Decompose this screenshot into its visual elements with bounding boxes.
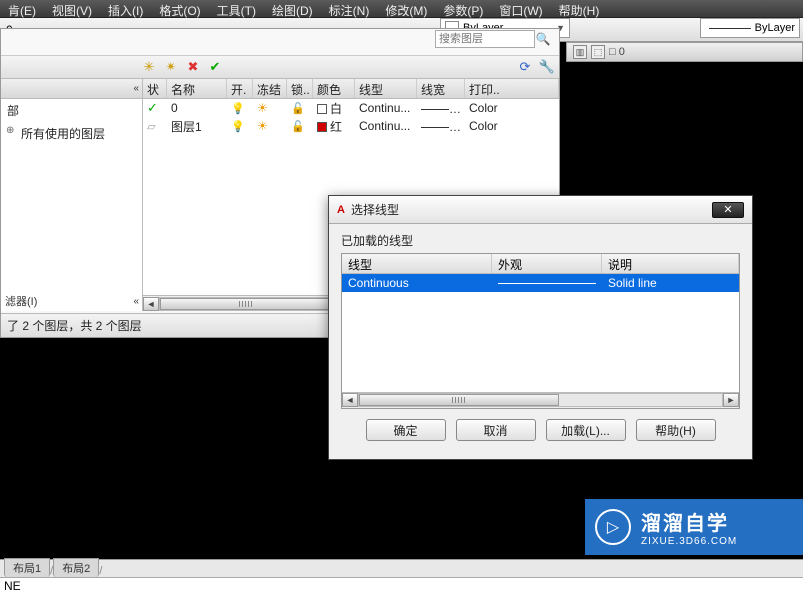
col-plot[interactable]: 打印.. bbox=[465, 79, 559, 98]
filter-tree: « 部 所有使用的图层 滤器(I) « bbox=[1, 79, 143, 311]
new-layer-vpfreeze-icon[interactable]: ✴ bbox=[163, 59, 179, 75]
col-lineweight[interactable]: 线宽 bbox=[417, 79, 465, 98]
col-color[interactable]: 颜色 bbox=[313, 79, 355, 98]
color-name: 白 bbox=[330, 102, 342, 116]
linetype-preview-icon bbox=[498, 283, 596, 284]
secondary-toolbar: ▥ ⬚ □ 0 bbox=[566, 42, 803, 62]
tool-icon[interactable]: ▥ bbox=[573, 45, 587, 59]
search-icon[interactable]: 🔍 bbox=[535, 31, 551, 47]
select-linetype-dialog: A 选择线型 ✕ 已加载的线型 线型 外观 说明 Continuous Soli… bbox=[328, 195, 753, 460]
close-button[interactable]: ✕ bbox=[712, 202, 744, 218]
col-description[interactable]: 说明 bbox=[602, 254, 739, 273]
scroll-left-icon[interactable]: ◄ bbox=[342, 393, 358, 407]
linetype-row-selected[interactable]: Continuous Solid line bbox=[342, 274, 739, 292]
collapse-icon[interactable]: « bbox=[133, 83, 138, 94]
lineweight-icon bbox=[421, 127, 449, 128]
lineweight-icon bbox=[421, 109, 449, 110]
menu-item[interactable]: 标注(N) bbox=[321, 0, 378, 17]
tab-layout2[interactable]: 布局2 bbox=[53, 558, 99, 577]
sun-icon[interactable]: ☀ bbox=[257, 119, 268, 133]
layer-row[interactable]: ▱ 图层1 💡 ☀ 🔓 红 Continu... 默认 Color bbox=[143, 117, 559, 135]
color-name: 红 bbox=[330, 120, 342, 134]
layout-tabs: 布局1 / 布局2 / bbox=[0, 559, 803, 577]
scroll-left-icon[interactable]: ◄ bbox=[143, 297, 159, 311]
bulb-icon[interactable]: 💡 bbox=[231, 121, 245, 133]
lineweight-bylayer-dropdown[interactable]: ByLayer bbox=[700, 18, 800, 38]
col-linetype[interactable]: 线型 bbox=[355, 79, 417, 98]
dialog-title: 选择线型 bbox=[351, 201, 399, 218]
plot-cell: Color bbox=[465, 101, 559, 115]
grid-header: 状 名称 开. 冻结 锁.. 颜色 线型 线宽 打印.. bbox=[143, 79, 559, 99]
layer-name: 图层1 bbox=[167, 118, 227, 135]
menu-item[interactable]: 工具(T) bbox=[209, 0, 264, 17]
new-layer-icon[interactable]: ✳ bbox=[141, 59, 157, 75]
cancel-button[interactable]: 取消 bbox=[456, 419, 536, 441]
search-input[interactable] bbox=[435, 30, 535, 48]
command-line[interactable]: NE bbox=[0, 577, 803, 595]
col-linetype[interactable]: 线型 bbox=[342, 254, 492, 273]
color-swatch-icon[interactable] bbox=[317, 122, 327, 132]
horizontal-scrollbar[interactable]: ◄ ► bbox=[342, 392, 739, 408]
layer-indicator: □ 0 bbox=[609, 46, 625, 58]
sun-icon[interactable]: ☀ bbox=[257, 101, 268, 115]
filter-label: 滤器(I) bbox=[5, 293, 37, 309]
tree-child[interactable]: 所有使用的图层 bbox=[1, 122, 142, 145]
col-stat[interactable]: 状 bbox=[143, 79, 167, 98]
col-on[interactable]: 开. bbox=[227, 79, 253, 98]
bulb-icon[interactable]: 💡 bbox=[231, 103, 245, 115]
layer-toolbar: ✳ ✴ ✖ ✔ ⟳ 🔧 bbox=[1, 55, 559, 79]
scroll-thumb[interactable] bbox=[160, 298, 332, 310]
tool-icon[interactable]: ⬚ bbox=[591, 45, 605, 59]
menu-item[interactable]: 帮助(H) bbox=[551, 0, 608, 17]
dialog-titlebar[interactable]: A 选择线型 ✕ bbox=[329, 196, 752, 224]
watermark-title: 溜溜自学 bbox=[641, 507, 737, 536]
check-icon: ✓ bbox=[147, 100, 158, 115]
collapse-icon[interactable]: « bbox=[133, 296, 138, 307]
menu-item[interactable]: 绘图(D) bbox=[264, 0, 321, 17]
layer-icon: ▱ bbox=[147, 121, 155, 133]
layer-row[interactable]: ✓ 0 💡 ☀ 🔓 白 Continu... 默认 Color bbox=[143, 99, 559, 117]
col-appearance[interactable]: 外观 bbox=[492, 254, 602, 273]
refresh-icon[interactable]: ⟳ bbox=[517, 59, 533, 75]
color-swatch-icon[interactable] bbox=[317, 104, 327, 114]
line-sample-icon bbox=[709, 28, 751, 29]
col-freeze[interactable]: 冻结 bbox=[253, 79, 287, 98]
menu-item[interactable]: 参数(P) bbox=[435, 0, 491, 17]
scroll-thumb[interactable] bbox=[359, 394, 559, 406]
watermark-url: ZIXUE.3D66.COM bbox=[641, 536, 737, 547]
tree-root[interactable]: 部 bbox=[1, 99, 142, 122]
scroll-right-icon[interactable]: ► bbox=[723, 393, 739, 407]
lock-open-icon[interactable]: 🔓 bbox=[291, 103, 305, 115]
linetype-desc: Solid line bbox=[602, 276, 739, 290]
delete-layer-icon[interactable]: ✖ bbox=[185, 59, 201, 75]
menu-item[interactable]: 肯(E) bbox=[0, 0, 44, 17]
linetype-name: Continuous bbox=[342, 276, 492, 290]
menu-item[interactable]: 窗口(W) bbox=[491, 0, 550, 17]
tab-layout1[interactable]: 布局1 bbox=[4, 558, 50, 577]
col-lock[interactable]: 锁.. bbox=[287, 79, 313, 98]
col-name[interactable]: 名称 bbox=[167, 79, 227, 98]
menu-item[interactable]: 视图(V) bbox=[44, 0, 100, 17]
settings-icon[interactable]: 🔧 bbox=[539, 59, 555, 75]
loaded-linetypes-label: 已加载的线型 bbox=[341, 232, 740, 249]
linetype-cell[interactable]: Continu... bbox=[355, 119, 417, 133]
bylayer2-label: ByLayer bbox=[755, 22, 795, 34]
layer-name: 0 bbox=[167, 101, 227, 115]
menu-item[interactable]: 插入(I) bbox=[100, 0, 151, 17]
set-current-icon[interactable]: ✔ bbox=[207, 59, 223, 75]
plot-cell: Color bbox=[465, 119, 559, 133]
menubar: 肯(E) 视图(V) 插入(I) 格式(O) 工具(T) 绘图(D) 标注(N)… bbox=[0, 0, 803, 18]
menu-item[interactable]: 修改(M) bbox=[377, 0, 435, 17]
ok-button[interactable]: 确定 bbox=[366, 419, 446, 441]
watermark: ▷ 溜溜自学 ZIXUE.3D66.COM bbox=[585, 499, 803, 555]
help-button[interactable]: 帮助(H) bbox=[636, 419, 716, 441]
lock-open-icon[interactable]: 🔓 bbox=[291, 121, 305, 133]
menu-item[interactable]: 格式(O) bbox=[151, 0, 208, 17]
linetype-listbox: 线型 外观 说明 Continuous Solid line ◄ ► bbox=[341, 253, 740, 409]
app-icon: A bbox=[337, 204, 345, 216]
load-button[interactable]: 加载(L)... bbox=[546, 419, 626, 441]
play-icon: ▷ bbox=[595, 509, 631, 545]
linetype-cell[interactable]: Continu... bbox=[355, 101, 417, 115]
